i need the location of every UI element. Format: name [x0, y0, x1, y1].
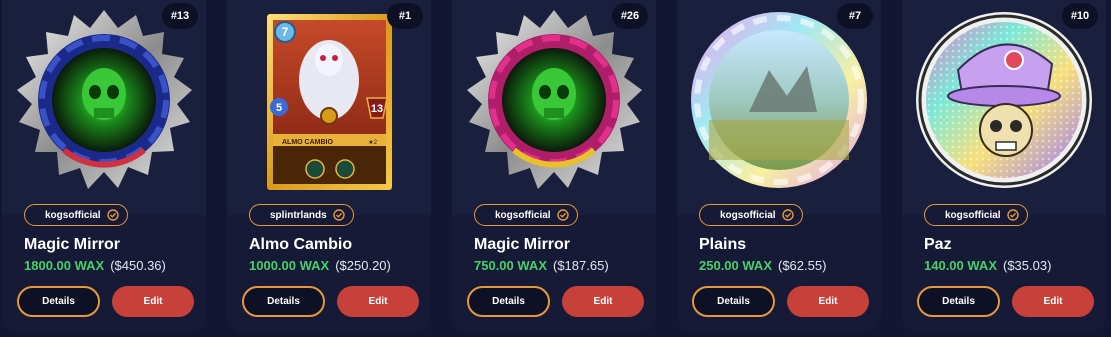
verified-check-icon — [556, 209, 569, 221]
nft-image[interactable]: #26 — [452, 0, 656, 215]
price-usd: ($250.20) — [335, 258, 391, 273]
price: 250.00 WAX ($62.55) — [699, 258, 826, 273]
price: 140.00 WAX ($35.03) — [924, 258, 1051, 273]
price-wax: 140.00 WAX — [924, 258, 997, 273]
details-button[interactable]: Details — [242, 286, 325, 317]
price: 1800.00 WAX ($450.36) — [24, 258, 166, 273]
verified-check-icon — [106, 209, 119, 221]
rank-badge: #7 — [837, 3, 873, 29]
edit-button[interactable]: Edit — [1012, 286, 1094, 317]
verified-check-icon — [332, 209, 345, 221]
nft-image[interactable]: #13 — [2, 0, 206, 215]
card-title-text: ALMO CAMBIO — [282, 139, 333, 146]
edit-button[interactable]: Edit — [787, 286, 869, 317]
nft-name: Paz — [924, 236, 952, 253]
creator-name: splintrlands — [270, 209, 327, 221]
card-level-text: ★2 — [368, 139, 377, 146]
creator-badge[interactable]: splintrlands — [249, 204, 354, 226]
nft-card[interactable]: 7 5 13 ALMO CAMBIO ★2 #1 splintrlands Al… — [227, 0, 431, 332]
nft-card[interactable]: #13 kogsofficial Magic Mirror 1800.00 WA… — [2, 0, 206, 332]
nft-name: Almo Cambio — [249, 236, 353, 253]
mana-cost: 7 — [282, 25, 289, 39]
creator-badge[interactable]: kogsofficial — [474, 204, 578, 226]
paz-kog-image — [916, 12, 1092, 188]
nft-image[interactable]: 7 5 13 ALMO CAMBIO ★2 #1 — [227, 0, 431, 215]
price-wax: 1000.00 WAX — [249, 258, 330, 273]
price-wax: 250.00 WAX — [699, 258, 772, 273]
creator-name: kogsofficial — [945, 209, 1001, 221]
nft-card[interactable]: #10 kogsofficial Paz 140.00 WAX ($35.03) … — [902, 0, 1106, 332]
price-usd: ($62.55) — [778, 258, 827, 273]
nft-card-grid: #13 kogsofficial Magic Mirror 1800.00 WA… — [0, 0, 1111, 337]
health-stat: 13 — [371, 103, 383, 115]
nft-name: Magic Mirror — [24, 236, 121, 253]
rank-badge: #1 — [387, 3, 423, 29]
price-wax: 1800.00 WAX — [24, 258, 105, 273]
details-button[interactable]: Details — [17, 286, 100, 317]
creator-badge[interactable]: kogsofficial — [924, 204, 1028, 226]
edit-button[interactable]: Edit — [337, 286, 419, 317]
verified-check-icon — [1006, 209, 1019, 221]
price: 1000.00 WAX ($250.20) — [249, 258, 391, 273]
nft-name: Plains — [699, 236, 747, 253]
creator-name: kogsofficial — [45, 209, 101, 221]
rank-badge: #13 — [162, 3, 198, 29]
nft-name: Magic Mirror — [474, 236, 571, 253]
verified-check-icon — [781, 209, 794, 221]
creator-badge[interactable]: kogsofficial — [699, 204, 803, 226]
edit-button[interactable]: Edit — [112, 286, 194, 317]
price-usd: ($450.36) — [110, 258, 166, 273]
attack-stat: 5 — [276, 102, 282, 114]
nft-image[interactable]: #10 — [902, 0, 1106, 215]
creator-name: kogsofficial — [720, 209, 776, 221]
details-button[interactable]: Details — [467, 286, 550, 317]
details-button[interactable]: Details — [692, 286, 775, 317]
creator-badge[interactable]: kogsofficial — [24, 204, 128, 226]
nft-card[interactable]: #7 kogsofficial Plains 250.00 WAX ($62.55… — [677, 0, 881, 332]
details-button[interactable]: Details — [917, 286, 1000, 317]
price-usd: ($35.03) — [1003, 258, 1052, 273]
magic-mirror-kog-image — [17, 10, 192, 189]
nft-card[interactable]: #26 kogsofficial Magic Mirror 750.00 WAX… — [452, 0, 656, 332]
plains-kog-image — [691, 12, 867, 188]
nft-image[interactable]: #7 — [677, 0, 881, 215]
creator-name: kogsofficial — [495, 209, 551, 221]
almo-cambio-card-image: 7 5 13 ALMO CAMBIO ★2 — [267, 14, 392, 190]
price-wax: 750.00 WAX — [474, 258, 547, 273]
price-usd: ($187.65) — [553, 258, 609, 273]
price: 750.00 WAX ($187.65) — [474, 258, 609, 273]
rank-badge: #26 — [612, 3, 648, 29]
edit-button[interactable]: Edit — [562, 286, 644, 317]
magic-mirror-kog-image — [467, 10, 642, 189]
rank-badge: #10 — [1062, 3, 1098, 29]
